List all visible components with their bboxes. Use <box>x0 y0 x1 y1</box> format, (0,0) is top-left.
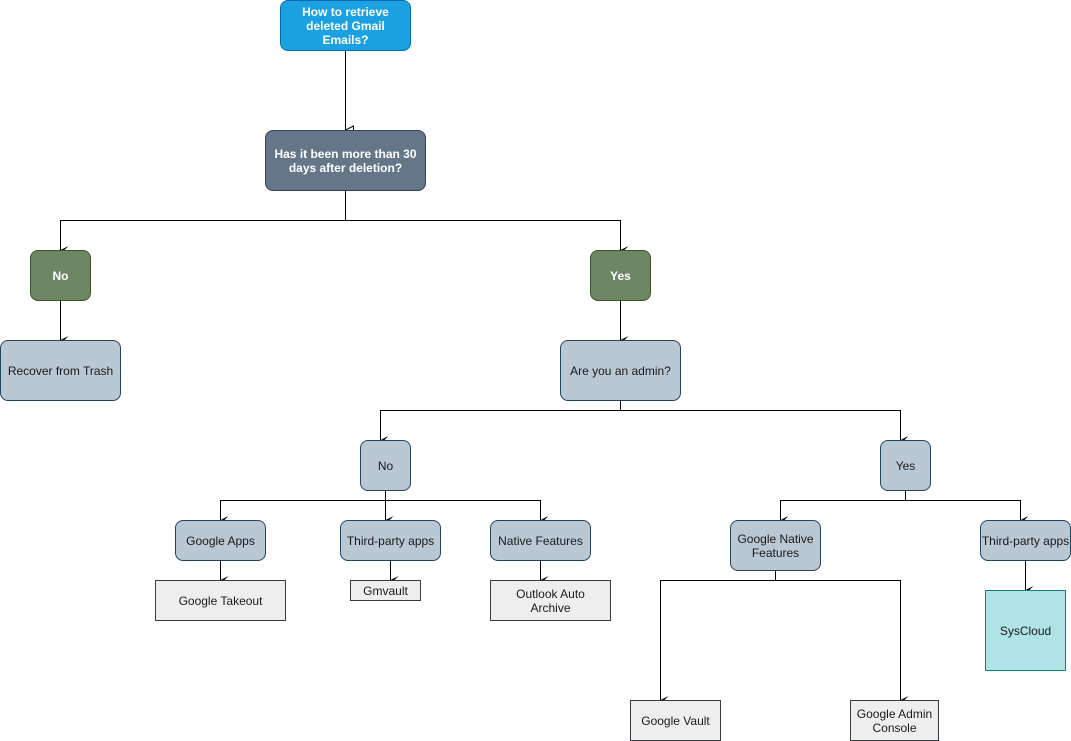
third-party-apps-admin-node[interactable]: Third-party apps <box>980 520 1071 561</box>
edge-q30-to-yes <box>345 220 629 254</box>
not-admin-node[interactable]: No <box>360 440 411 491</box>
edge-googlenative-to-adminconsole <box>775 580 909 704</box>
edge-admin-to-yes <box>620 410 909 444</box>
days-question-node[interactable]: Has it been more than 30 days after dele… <box>265 130 426 191</box>
edge-q30-to-no <box>60 190 346 254</box>
edge-yes-to-googlenative <box>780 490 906 524</box>
admin-question-node[interactable]: Are you an admin? <box>560 340 681 401</box>
yes-30-days-node[interactable]: Yes <box>590 250 651 301</box>
edge-admin-to-no <box>380 400 621 444</box>
edge-no-to-googleapps <box>220 490 386 524</box>
google-native-features-node[interactable]: Google Native Features <box>730 520 821 571</box>
connector-layer <box>60 51 1034 704</box>
google-apps-node[interactable]: Google Apps <box>175 520 266 561</box>
syscloud-node[interactable]: SysCloud <box>985 590 1066 671</box>
gmvault-node[interactable]: Gmvault <box>350 580 421 601</box>
root-question-node[interactable]: How to retrieve deleted Gmail Emails? <box>280 0 411 51</box>
google-admin-console-node[interactable]: Google Admin Console <box>850 700 939 741</box>
google-takeout-node[interactable]: Google Takeout <box>155 580 286 621</box>
google-vault-node[interactable]: Google Vault <box>630 700 721 741</box>
is-admin-node[interactable]: Yes <box>880 440 931 491</box>
no-30-days-node[interactable]: No <box>30 250 91 301</box>
third-party-apps-user-node[interactable]: Third-party apps <box>340 520 441 561</box>
recover-from-trash-node[interactable]: Recover from Trash <box>0 340 121 401</box>
edge-no-to-native <box>385 500 549 524</box>
outlook-auto-archive-node[interactable]: Outlook Auto Archive <box>490 580 611 621</box>
native-features-node[interactable]: Native Features <box>490 520 591 561</box>
edge-yes-to-thirdparty <box>905 500 1029 524</box>
edge-googlenative-to-vault <box>660 570 776 704</box>
